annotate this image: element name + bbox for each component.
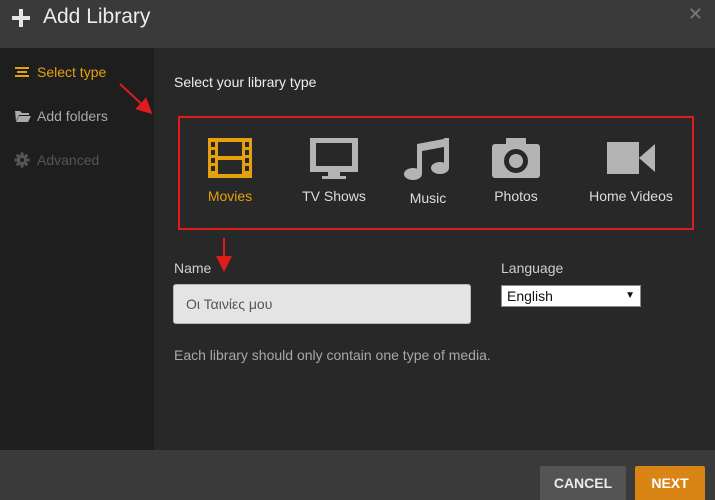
main-panel: Select your library type Movies TV Shows…	[154, 48, 715, 450]
plus-icon	[12, 7, 34, 29]
type-home-videos[interactable]: Home Videos	[576, 118, 686, 228]
type-label: Music	[409, 190, 447, 206]
next-button[interactable]: NEXT	[635, 466, 705, 500]
sidebar-item-label: Select type	[37, 64, 107, 80]
section-title: Select your library type	[174, 74, 317, 90]
tv-icon	[310, 138, 358, 179]
sidebar-item-label: Advanced	[37, 152, 100, 168]
type-photos[interactable]: Photos	[476, 118, 556, 228]
sidebar-item-add-folders[interactable]: Add folders	[14, 104, 108, 128]
cancel-button[interactable]: CANCEL	[540, 466, 626, 500]
hint-text: Each library should only contain one typ…	[174, 347, 491, 363]
dialog-footer: CANCEL NEXT	[0, 450, 715, 500]
film-icon	[208, 138, 252, 178]
library-type-picker: Movies TV Shows Music Photos Home Videos	[178, 116, 694, 230]
sidebar-item-select-type[interactable]: Select type	[14, 60, 106, 84]
camera-icon	[492, 138, 540, 178]
type-label: Photos	[494, 188, 538, 204]
type-movies[interactable]: Movies	[184, 118, 276, 228]
type-music[interactable]: Music	[392, 118, 464, 228]
sidebar-item-label: Add folders	[37, 108, 108, 124]
language-select[interactable]: English ▼	[501, 285, 641, 307]
type-tv-shows[interactable]: TV Shows	[284, 118, 384, 228]
chevron-down-icon: ▼	[625, 290, 635, 301]
dialog-title: Add Library	[43, 5, 151, 28]
video-camera-icon	[607, 142, 655, 174]
dialog-header: Add Library ✕	[0, 0, 715, 48]
gear-icon	[14, 152, 32, 168]
language-value: English	[507, 288, 553, 304]
music-note-icon	[404, 138, 449, 180]
type-label: Home Videos	[589, 188, 673, 204]
type-label: Movies	[207, 188, 253, 204]
type-label: TV Shows	[302, 188, 366, 204]
sidebar: Select type Add folders Advanced	[0, 48, 154, 450]
close-icon[interactable]: ✕	[688, 4, 703, 24]
folder-icon	[14, 108, 32, 124]
name-input[interactable]: Οι Ταινίες μου	[173, 284, 471, 324]
language-label: Language	[501, 260, 564, 276]
name-label: Name	[174, 260, 212, 276]
lines-icon	[14, 64, 32, 80]
sidebar-item-advanced: Advanced	[14, 148, 99, 172]
